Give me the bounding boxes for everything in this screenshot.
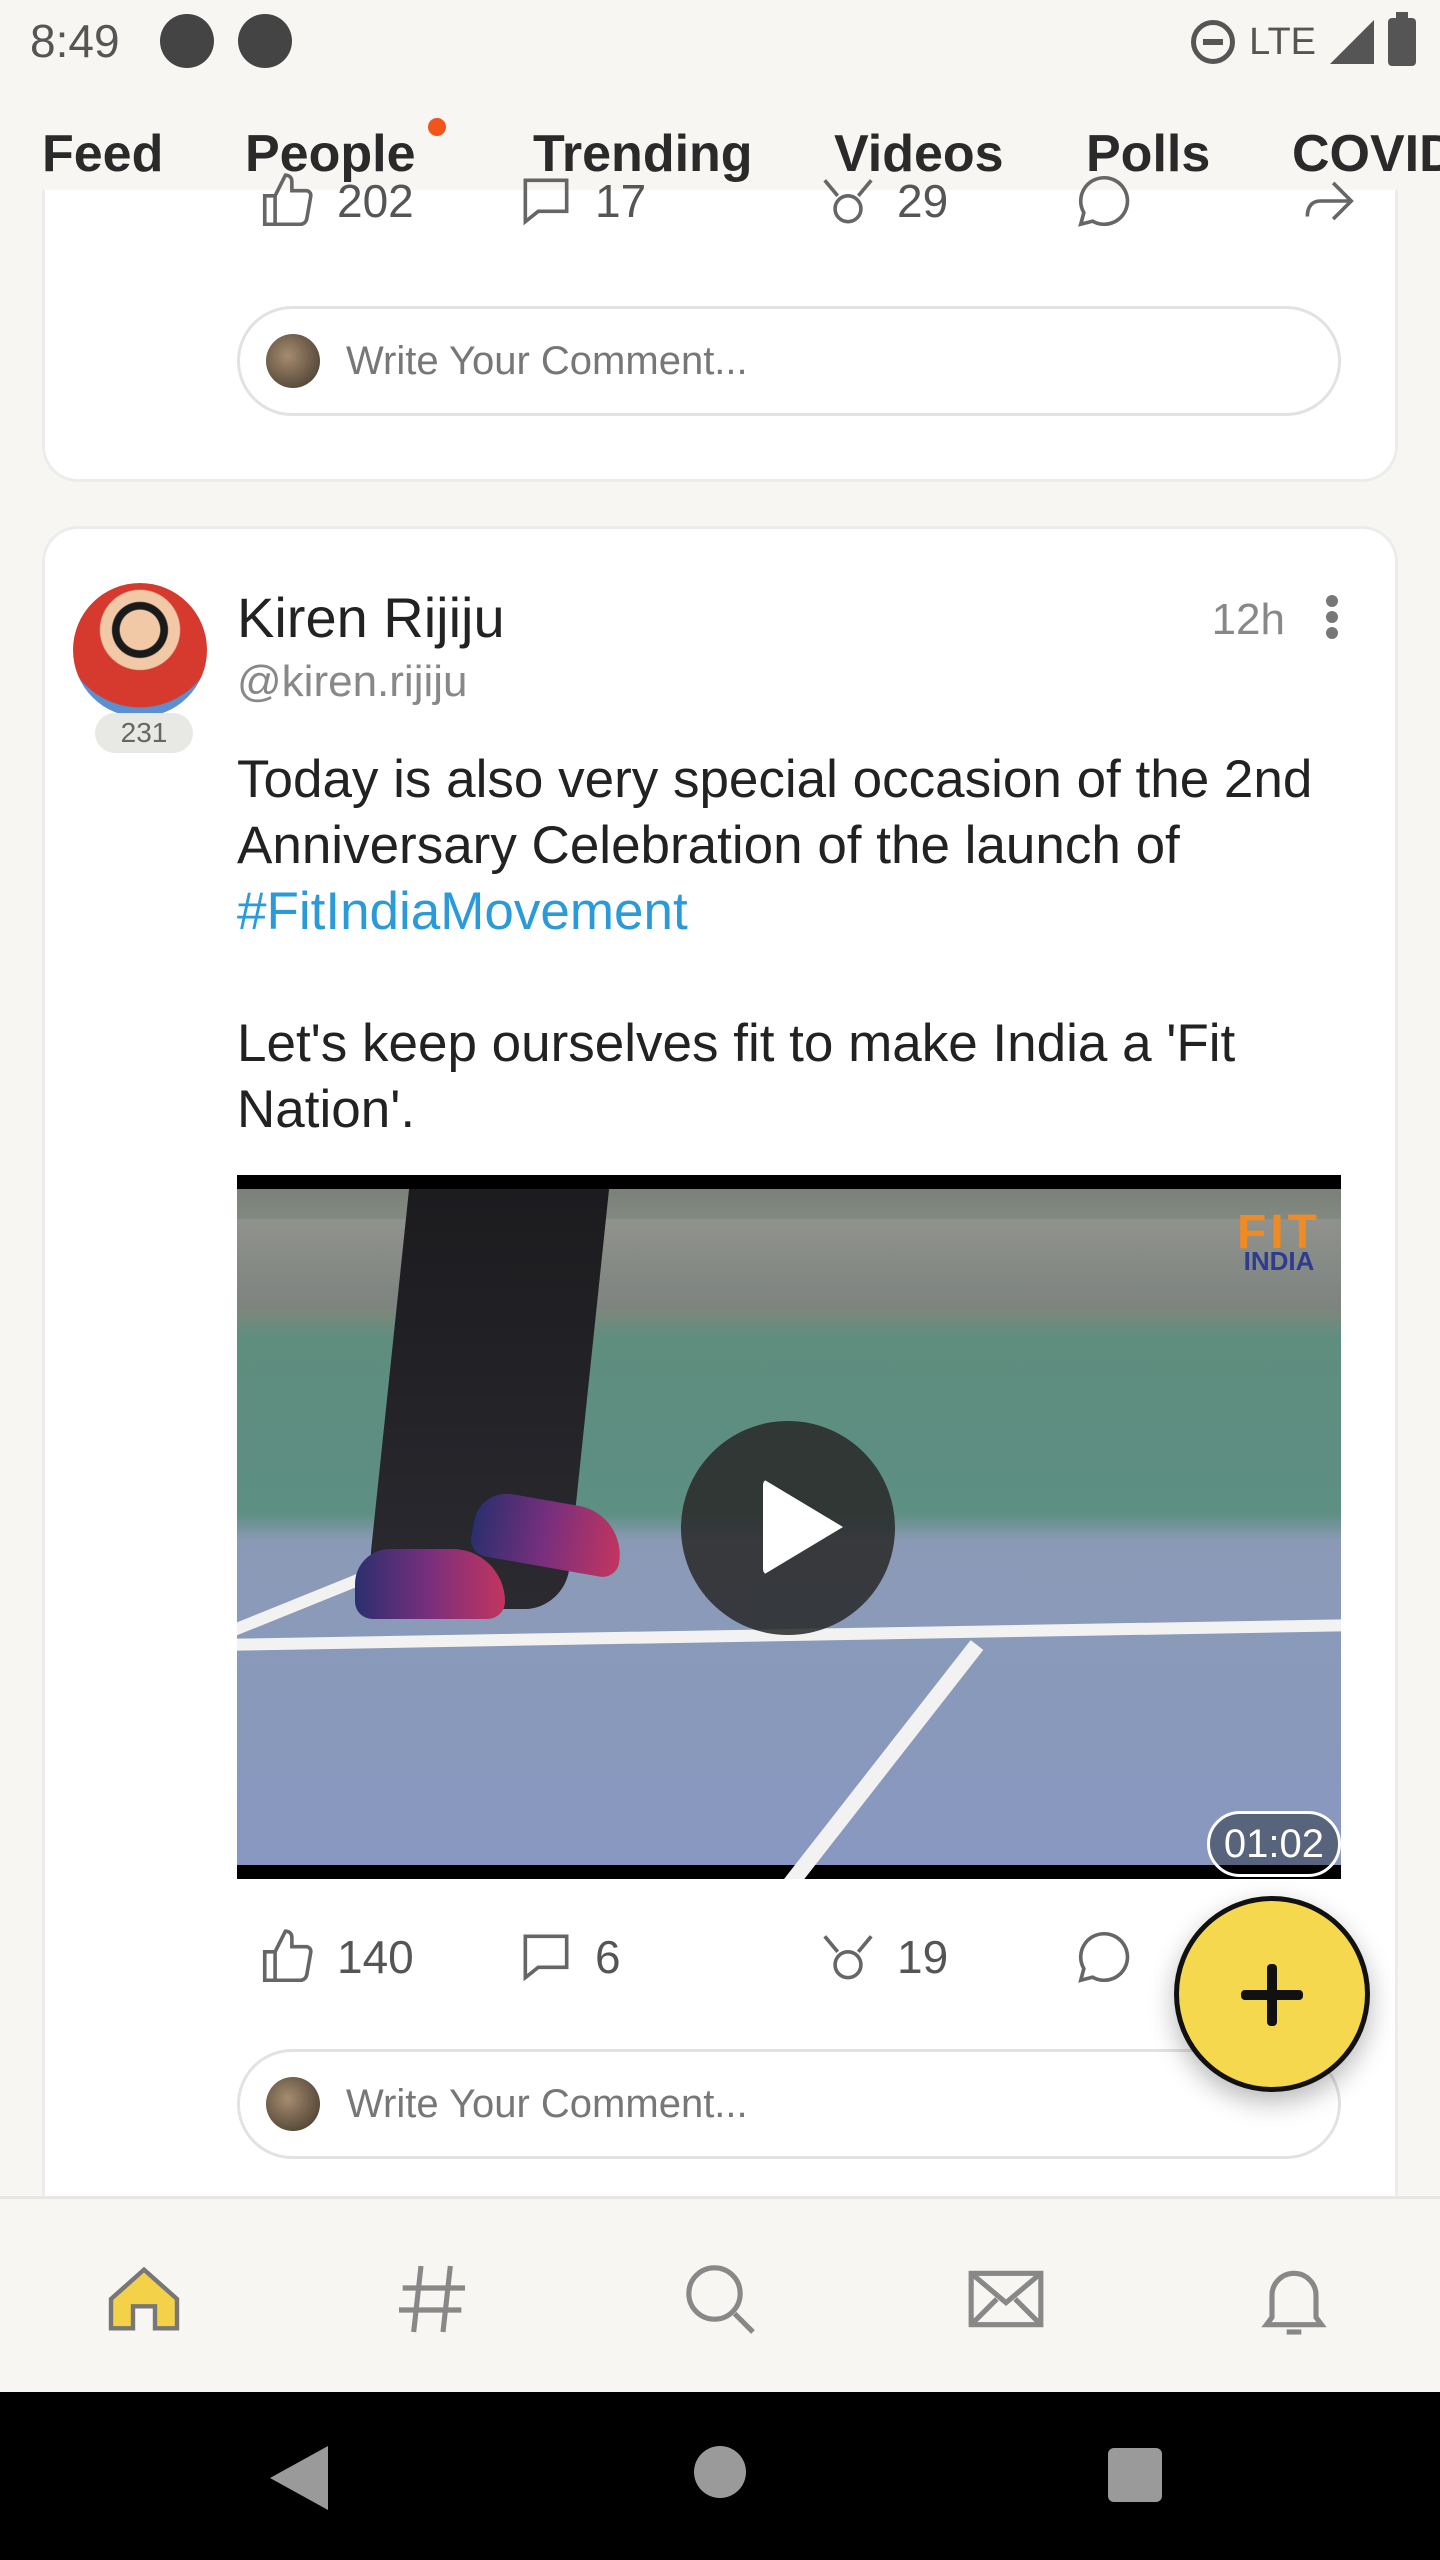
home-button-icon[interactable] — [694, 2446, 746, 2498]
fit-india-logo: FIT INDIA — [1237, 1206, 1321, 1276]
comment-icon — [523, 1934, 569, 1982]
like-button[interactable]: 202 — [257, 170, 414, 232]
app-notification-icon — [160, 14, 214, 68]
post-text-part: Today is also very special occasion of t… — [237, 750, 1313, 875]
signal-icon — [1330, 20, 1374, 64]
forward-icon — [1305, 181, 1354, 221]
post-text-part: Let's keep ourselves fit to make India a… — [237, 1014, 1236, 1139]
whatsapp-icon — [1078, 1931, 1130, 1983]
whatsapp-icon — [1078, 175, 1130, 227]
bell-icon[interactable] — [1250, 2255, 1338, 2343]
thumbs-up-icon — [262, 173, 313, 227]
status-indicators: LTE — [1191, 12, 1416, 70]
comment-button[interactable]: 17 — [515, 170, 646, 232]
comment-icon — [523, 178, 569, 226]
comment-button[interactable]: 6 — [515, 1926, 621, 1988]
more-options-icon[interactable] — [1325, 595, 1339, 639]
system-navigation-bar — [0, 2392, 1440, 2560]
author-name[interactable]: Kiren Rijiju — [237, 585, 505, 650]
user-avatar — [266, 2077, 320, 2131]
like-count: 202 — [337, 175, 414, 227]
video-duration: 01:02 — [1206, 1811, 1341, 1877]
share-count: 19 — [897, 1931, 949, 1983]
mail-icon[interactable] — [962, 2255, 1050, 2343]
back-icon[interactable] — [270, 2446, 328, 2510]
comment-placeholder: Write Your Comment... — [346, 338, 748, 383]
comment-input[interactable]: Write Your Comment... — [237, 306, 1341, 416]
status-time: 8:49 — [30, 15, 120, 67]
status-bar: 8:49 LTE — [0, 0, 1440, 84]
play-button[interactable] — [681, 1421, 895, 1635]
share-count: 29 — [897, 175, 949, 227]
comment-count: 6 — [595, 1931, 621, 1983]
network-type: LTE — [1249, 20, 1316, 63]
video-player[interactable]: FIT INDIA 01:02 — [237, 1175, 1341, 1879]
share-button[interactable]: 19 — [817, 1926, 948, 1988]
share-button[interactable]: 29 — [817, 170, 948, 232]
post-text: Today is also very special occasion of t… — [237, 747, 1347, 1143]
hashtag-link[interactable]: #FitIndiaMovement — [237, 882, 688, 941]
post-actions: 202 17 29 — [257, 166, 1355, 236]
recent-apps-icon[interactable] — [1108, 2448, 1162, 2502]
forward-button[interactable] — [1297, 170, 1359, 232]
bottom-navigation — [0, 2196, 1440, 2392]
previous-post-card: 202 17 29 Write Your Comment... — [42, 173, 1398, 482]
comment-placeholder: Write Your Comment... — [346, 2081, 748, 2126]
thumbs-up-icon — [262, 1929, 313, 1983]
create-post-button[interactable] — [1174, 1896, 1370, 2092]
tab-feed[interactable]: Feed — [42, 124, 163, 184]
app-notification-icon — [238, 14, 292, 68]
do-not-disturb-icon — [1191, 20, 1236, 64]
avatar-badge: 231 — [95, 713, 193, 753]
whatsapp-button[interactable] — [1073, 170, 1135, 232]
comment-count: 17 — [595, 175, 647, 227]
hashtag-icon[interactable] — [388, 2255, 476, 2343]
comment-input[interactable]: Write Your Comment... — [237, 2049, 1341, 2159]
user-avatar — [266, 334, 320, 388]
share-arrows-icon — [823, 1935, 873, 1980]
whatsapp-button[interactable] — [1073, 1926, 1135, 1988]
search-icon[interactable] — [676, 2255, 764, 2343]
like-count: 140 — [337, 1931, 414, 1983]
notification-dot — [428, 118, 446, 136]
like-button[interactable]: 140 — [257, 1926, 414, 1988]
author-avatar[interactable] — [73, 583, 207, 717]
share-arrows-icon — [823, 179, 873, 224]
home-icon[interactable] — [100, 2255, 188, 2343]
post-time: 12h — [1211, 595, 1285, 644]
battery-icon — [1388, 12, 1416, 66]
author-handle[interactable]: @kiren.rijiju — [237, 657, 467, 707]
